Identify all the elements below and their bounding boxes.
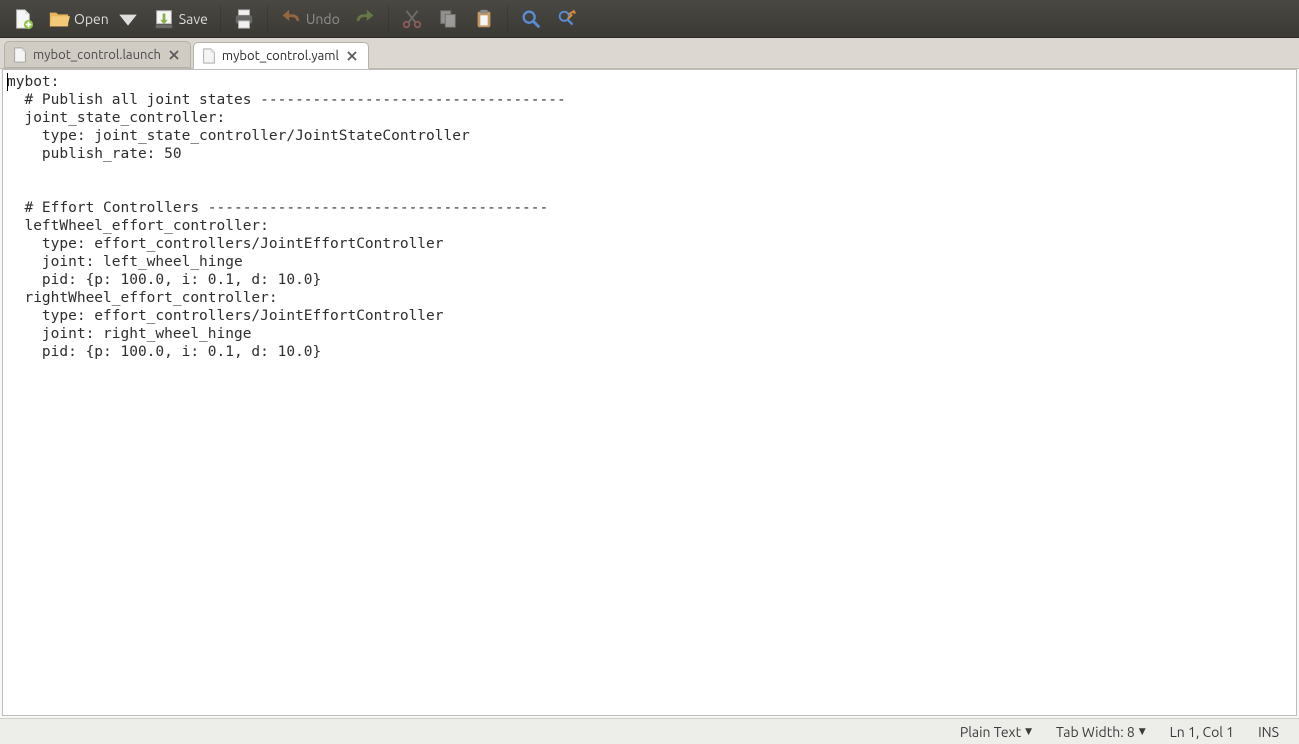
tab-mybot-control-launch[interactable]: mybot_control.launch (4, 41, 191, 68)
toolbar-separator (220, 6, 221, 32)
save-button[interactable]: Save (147, 3, 214, 35)
redo-icon (354, 8, 376, 30)
undo-button[interactable]: Undo (274, 3, 346, 35)
close-icon (169, 50, 179, 60)
new-file-icon (12, 8, 34, 30)
redo-button[interactable] (348, 3, 382, 35)
open-button[interactable]: Open (42, 3, 145, 35)
document-icon (202, 48, 216, 64)
close-icon (347, 51, 357, 61)
find-button[interactable] (514, 3, 548, 35)
open-folder-icon (48, 8, 70, 30)
undo-label: Undo (306, 11, 340, 27)
paste-button[interactable] (467, 3, 501, 35)
tab-width-label: Tab Width: 8 (1056, 724, 1135, 740)
editor-content: mybot: # Publish all joint states ------… (7, 73, 1292, 361)
undo-icon (280, 8, 302, 30)
chevron-down-icon: ▼ (1139, 726, 1146, 737)
insert-mode-toggle[interactable]: INS (1246, 724, 1291, 740)
cursor-position: Ln 1, Col 1 (1158, 724, 1246, 740)
copy-icon (437, 8, 459, 30)
syntax-mode-selector[interactable]: Plain Text ▼ (948, 724, 1044, 740)
tab-mybot-control-yaml[interactable]: mybot_control.yaml (193, 42, 369, 69)
search-icon (520, 8, 542, 30)
text-cursor (7, 73, 8, 91)
print-icon (233, 8, 255, 30)
print-button[interactable] (227, 3, 261, 35)
cut-button[interactable] (395, 3, 429, 35)
copy-button[interactable] (431, 3, 465, 35)
tab-label: mybot_control.yaml (222, 49, 339, 63)
toolbar-separator (507, 6, 508, 32)
status-bar: Plain Text ▼ Tab Width: 8 ▼ Ln 1, Col 1 … (0, 718, 1299, 744)
chevron-down-icon: ▼ (1025, 726, 1032, 737)
save-label: Save (179, 11, 208, 27)
find-replace-icon (556, 8, 578, 30)
toolbar-separator (388, 6, 389, 32)
insert-mode-label: INS (1258, 724, 1279, 740)
cut-icon (401, 8, 423, 30)
document-icon (13, 47, 27, 63)
new-file-button[interactable] (6, 3, 40, 35)
chevron-down-icon (117, 8, 139, 30)
paste-icon (473, 8, 495, 30)
tab-bar: mybot_control.launch mybot_control.yaml (0, 38, 1299, 69)
open-label: Open (74, 11, 109, 27)
close-tab-button[interactable] (167, 47, 182, 62)
find-replace-button[interactable] (550, 3, 584, 35)
close-tab-button[interactable] (345, 48, 360, 63)
main-toolbar: Open Save Undo (0, 0, 1299, 38)
syntax-mode-label: Plain Text (960, 724, 1021, 740)
editor-area[interactable]: mybot: # Publish all joint states ------… (2, 69, 1297, 716)
save-icon (153, 8, 175, 30)
tab-label: mybot_control.launch (33, 48, 161, 62)
toolbar-separator (267, 6, 268, 32)
tab-width-selector[interactable]: Tab Width: 8 ▼ (1044, 724, 1158, 740)
cursor-position-label: Ln 1, Col 1 (1170, 724, 1234, 740)
